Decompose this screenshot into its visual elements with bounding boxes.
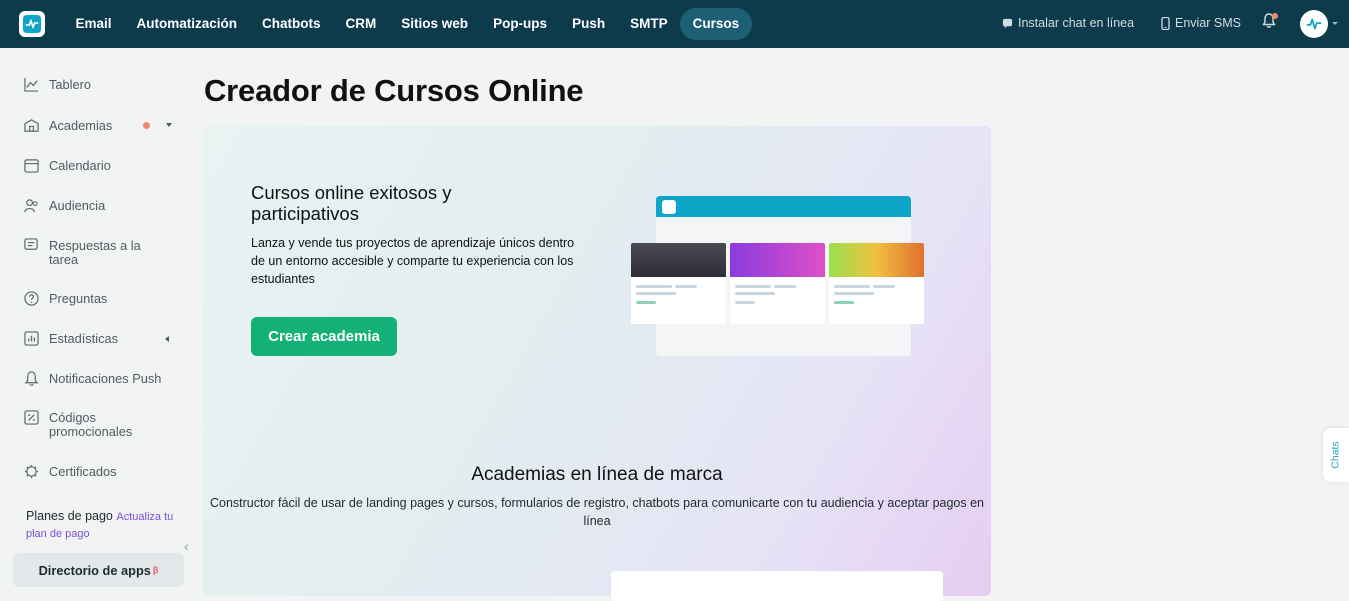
hero-description: Lanza y vende tus proyectos de aprendiza… bbox=[251, 236, 575, 286]
text-placeholder bbox=[834, 292, 874, 295]
avatar[interactable] bbox=[1300, 10, 1328, 38]
main-nav: Email Automatización Chatbots CRM Sitios… bbox=[63, 8, 752, 40]
text-placeholder bbox=[636, 285, 672, 288]
sidebar-item-preguntas[interactable]: Preguntas bbox=[24, 291, 108, 306]
academy-icon bbox=[24, 118, 39, 133]
nav-sitios-web[interactable]: Sitios web bbox=[389, 8, 481, 40]
payment-plans: Planes de pago Actualiza tu plan de pago bbox=[26, 508, 186, 542]
notifications-button[interactable] bbox=[1262, 13, 1278, 34]
sidebar-item-codigos-promocionales[interactable]: Códigos promocionales bbox=[24, 410, 144, 439]
course-image bbox=[829, 243, 924, 277]
chevron-down-icon[interactable] bbox=[1332, 22, 1338, 25]
collapse-sidebar-icon[interactable]: ‹ bbox=[184, 538, 189, 554]
sidebar-item-notificaciones-push[interactable]: Notificaciones Push bbox=[24, 371, 162, 386]
nav-pop-ups[interactable]: Pop-ups bbox=[481, 8, 560, 40]
text-placeholder bbox=[675, 285, 697, 288]
question-icon bbox=[24, 291, 39, 306]
notification-badge bbox=[1272, 13, 1278, 19]
promo-icon bbox=[24, 410, 39, 425]
answers-icon bbox=[24, 238, 39, 253]
sidebar-item-label: Audiencia bbox=[49, 198, 106, 213]
certificate-icon bbox=[24, 464, 39, 479]
install-chat-link[interactable]: Instalar chat en línea bbox=[1002, 16, 1134, 30]
course-card bbox=[631, 243, 726, 324]
text-placeholder bbox=[774, 285, 796, 288]
text-placeholder bbox=[873, 285, 895, 288]
course-image bbox=[730, 243, 825, 277]
chart-line-icon bbox=[24, 77, 39, 92]
phone-icon bbox=[1161, 16, 1170, 30]
text-placeholder bbox=[735, 285, 771, 288]
nav-chatbots[interactable]: Chatbots bbox=[250, 8, 334, 40]
text-placeholder bbox=[735, 301, 755, 304]
nav-email[interactable]: Email bbox=[63, 8, 124, 40]
stats-icon bbox=[24, 331, 39, 346]
hero-heading: Cursos online exitosos y participativos bbox=[251, 182, 452, 224]
sidebar: Tablero Academias Calendario Audiencia R… bbox=[0, 48, 203, 590]
text-placeholder bbox=[636, 292, 676, 295]
nav-crm[interactable]: CRM bbox=[333, 8, 389, 40]
sidebar-item-certificados[interactable]: Certificados bbox=[24, 465, 117, 479]
chevron-left-icon[interactable] bbox=[165, 336, 169, 342]
sidebar-item-label: Respuestas a la tarea bbox=[49, 238, 141, 267]
nav-cursos[interactable]: Cursos bbox=[680, 8, 752, 40]
sidebar-item-calendario[interactable]: Calendario bbox=[24, 159, 111, 173]
text-placeholder bbox=[735, 292, 775, 295]
sidebar-item-label: Academias bbox=[49, 118, 113, 133]
chats-tab[interactable]: Chats bbox=[1323, 428, 1349, 482]
sidebar-item-audiencia[interactable]: Audiencia bbox=[24, 199, 105, 213]
install-chat-label: Instalar chat en línea bbox=[1018, 16, 1135, 30]
top-navigation-bar: Email Automatización Chatbots CRM Sitios… bbox=[0, 0, 1349, 48]
sidebar-item-academias[interactable]: Academias bbox=[24, 119, 112, 133]
users-icon bbox=[24, 198, 39, 213]
pulse-avatar-icon bbox=[1306, 18, 1322, 30]
sidebar-item-respuestas[interactable]: Respuestas a la tarea bbox=[24, 238, 154, 267]
text-placeholder bbox=[834, 285, 870, 288]
course-cards-illustration bbox=[631, 243, 924, 324]
chat-icon bbox=[1002, 18, 1013, 28]
text-placeholder bbox=[636, 301, 656, 304]
text-placeholder bbox=[834, 301, 854, 304]
page-title: Creador de Cursos Online bbox=[204, 73, 584, 108]
nav-smtp[interactable]: SMTP bbox=[618, 8, 681, 40]
sidebar-item-label: Calendario bbox=[49, 158, 111, 173]
nav-push[interactable]: Push bbox=[560, 8, 618, 40]
course-card bbox=[730, 243, 825, 324]
sidebar-item-label: Notificaciones Push bbox=[49, 371, 162, 386]
app-directory-label: Directorio de apps bbox=[38, 562, 151, 578]
academias-status-dot bbox=[143, 122, 150, 129]
preview-card bbox=[611, 571, 943, 601]
course-card bbox=[829, 243, 924, 324]
sidebar-item-label: Certificados bbox=[49, 464, 117, 479]
sidebar-item-label: Tablero bbox=[49, 77, 91, 92]
bell-icon bbox=[24, 371, 39, 386]
plans-label: Planes de pago bbox=[26, 509, 113, 523]
preview-logo-icon bbox=[662, 200, 676, 214]
chevron-down-icon[interactable] bbox=[166, 123, 172, 127]
send-sms-link[interactable]: Enviar SMS bbox=[1161, 16, 1241, 30]
preview-header bbox=[656, 196, 911, 217]
pulse-logo-icon[interactable] bbox=[19, 11, 45, 37]
create-academy-button[interactable]: Crear academia bbox=[251, 317, 397, 356]
beta-badge: β bbox=[152, 565, 159, 575]
calendar-icon bbox=[24, 158, 39, 173]
sidebar-item-label: Preguntas bbox=[49, 291, 108, 306]
section-title: Academias en línea de marca bbox=[471, 464, 723, 485]
sidebar-item-label: Códigos promocionales bbox=[49, 410, 133, 439]
sidebar-item-label: Estadísticas bbox=[49, 331, 118, 346]
section-description: Constructor fácil de usar de landing pag… bbox=[209, 496, 985, 528]
course-image bbox=[631, 243, 726, 277]
app-directory-button[interactable]: Directorio de apps β bbox=[13, 553, 184, 587]
chats-tab-label: Chats bbox=[1330, 441, 1342, 469]
send-sms-label: Enviar SMS bbox=[1175, 16, 1241, 30]
nav-automatizacion[interactable]: Automatización bbox=[124, 8, 250, 40]
sidebar-item-tablero[interactable]: Tablero bbox=[24, 78, 91, 92]
sidebar-item-estadisticas[interactable]: Estadísticas bbox=[24, 331, 118, 346]
